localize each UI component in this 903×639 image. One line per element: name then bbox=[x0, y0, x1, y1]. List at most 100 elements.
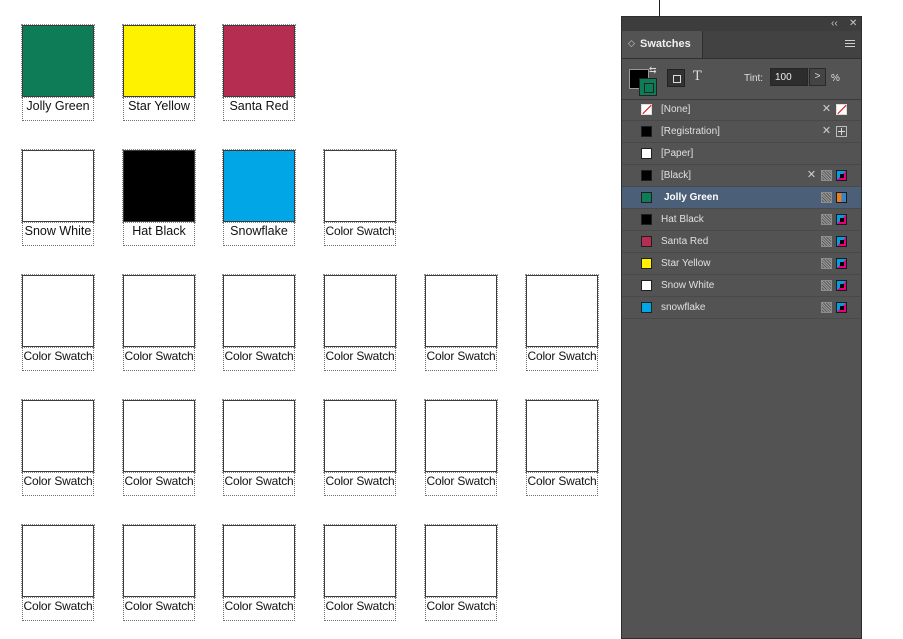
swatch-label[interactable]: Jolly Green bbox=[22, 97, 94, 121]
swatch-frame[interactable]: Color Swatch bbox=[122, 399, 196, 497]
swatch-label[interactable]: Santa Red bbox=[223, 97, 295, 121]
swatch-chip bbox=[641, 236, 652, 247]
swatch-frame[interactable]: Santa Red bbox=[222, 24, 296, 122]
swatch-square[interactable] bbox=[222, 274, 296, 348]
formatting-text-icon[interactable]: T bbox=[693, 69, 702, 84]
color-type-icon bbox=[821, 258, 832, 269]
swatch-frame[interactable]: Hat Black bbox=[122, 149, 196, 247]
swatch-chip bbox=[641, 192, 652, 203]
swatch-label[interactable]: Color Swatch bbox=[324, 472, 396, 496]
swatch-label[interactable]: Color Swatch bbox=[123, 347, 195, 371]
swatch-square[interactable] bbox=[424, 274, 498, 348]
swatch-frame[interactable]: Color Swatch bbox=[21, 274, 95, 372]
swatch-frame[interactable]: Jolly Green bbox=[21, 24, 95, 122]
swatch-square[interactable] bbox=[21, 24, 95, 98]
swatch-frame[interactable]: Snow White bbox=[21, 149, 95, 247]
swatch-row[interactable]: Star Yellow bbox=[622, 253, 861, 275]
swatch-label[interactable]: Color Swatch bbox=[123, 597, 195, 621]
swatch-frame[interactable]: Star Yellow bbox=[122, 24, 196, 122]
swatch-frame[interactable]: Color Swatch bbox=[323, 274, 397, 372]
color-type-icon bbox=[821, 170, 832, 181]
swatch-label[interactable]: Color Swatch bbox=[324, 222, 396, 246]
swatch-square[interactable] bbox=[222, 399, 296, 473]
swatch-label[interactable]: Color Swatch bbox=[425, 472, 497, 496]
swatch-row[interactable]: [None] ✕ bbox=[622, 99, 861, 121]
swatch-square[interactable] bbox=[21, 524, 95, 598]
swatch-frame[interactable]: Snowflake bbox=[222, 149, 296, 247]
swatch-row[interactable]: [Black] ✕ bbox=[622, 165, 861, 187]
swatch-square[interactable] bbox=[424, 524, 498, 598]
tab-swatches[interactable]: ◇ Swatches bbox=[622, 31, 703, 58]
swatch-square[interactable] bbox=[122, 274, 196, 348]
collapse-panel-button[interactable]: ‹‹ bbox=[831, 17, 838, 31]
swatch-label[interactable]: Hat Black bbox=[123, 222, 195, 246]
swatch-frame[interactable]: Color Swatch bbox=[525, 274, 599, 372]
swatch-frame[interactable]: Color Swatch bbox=[424, 399, 498, 497]
swatch-label[interactable]: Color Swatch bbox=[22, 597, 94, 621]
swatch-row[interactable]: Hat Black bbox=[622, 209, 861, 231]
swatch-label[interactable]: Color Swatch bbox=[425, 597, 497, 621]
swatch-row[interactable]: [Paper] bbox=[622, 143, 861, 165]
swatch-frame[interactable]: Color Swatch bbox=[21, 399, 95, 497]
registration-icon bbox=[836, 126, 847, 137]
swatch-square[interactable] bbox=[222, 24, 296, 98]
swatch-label[interactable]: Snow White bbox=[22, 222, 94, 246]
swatch-square[interactable] bbox=[21, 399, 95, 473]
swatch-label[interactable]: Star Yellow bbox=[123, 97, 195, 121]
cmyk-mode-icon bbox=[836, 214, 847, 225]
tint-slider-button[interactable]: > bbox=[809, 68, 826, 86]
swatch-square[interactable] bbox=[222, 524, 296, 598]
swatch-frame[interactable]: Color Swatch bbox=[323, 399, 397, 497]
swatch-label[interactable]: Color Swatch bbox=[22, 472, 94, 496]
swatch-row[interactable]: Santa Red bbox=[622, 231, 861, 253]
swatch-label[interactable]: Color Swatch bbox=[324, 597, 396, 621]
swatch-label[interactable]: Snowflake bbox=[223, 222, 295, 246]
swatch-label[interactable]: Color Swatch bbox=[123, 472, 195, 496]
swatch-row[interactable]: [Registration] ✕ bbox=[622, 121, 861, 143]
swatch-row[interactable]: Snow White bbox=[622, 275, 861, 297]
swatch-frame[interactable]: Color Swatch bbox=[222, 524, 296, 622]
swatch-label[interactable]: Color Swatch bbox=[22, 347, 94, 371]
swatch-square[interactable] bbox=[222, 149, 296, 223]
tab-chevron-icon: ◇ bbox=[628, 38, 635, 48]
swatch-square[interactable] bbox=[122, 149, 196, 223]
swatch-label[interactable]: Color Swatch bbox=[223, 347, 295, 371]
stroke-swatch-box[interactable] bbox=[639, 78, 657, 96]
swatch-label[interactable]: Color Swatch bbox=[324, 347, 396, 371]
swatch-row[interactable]: Jolly Green bbox=[622, 187, 861, 209]
swatch-label[interactable]: Color Swatch bbox=[526, 347, 598, 371]
swatch-frame[interactable]: Color Swatch bbox=[122, 524, 196, 622]
swatch-label[interactable]: Color Swatch bbox=[526, 472, 598, 496]
close-panel-button[interactable]: ✕ bbox=[849, 17, 857, 31]
panel-menu-icon[interactable] bbox=[845, 40, 855, 48]
swatch-square[interactable] bbox=[21, 149, 95, 223]
swatch-square[interactable] bbox=[525, 399, 599, 473]
tint-input[interactable] bbox=[770, 68, 808, 86]
swatch-square[interactable] bbox=[323, 399, 397, 473]
swatch-label[interactable]: Color Swatch bbox=[223, 597, 295, 621]
swatch-frame[interactable]: Color Swatch bbox=[424, 274, 498, 372]
swatch-square[interactable] bbox=[323, 149, 397, 223]
swatch-square[interactable] bbox=[424, 399, 498, 473]
swatch-frame[interactable]: Color Swatch bbox=[21, 524, 95, 622]
swatch-frame[interactable]: Color Swatch bbox=[222, 399, 296, 497]
swatch-label[interactable]: Color Swatch bbox=[223, 472, 295, 496]
swatch-square[interactable] bbox=[21, 274, 95, 348]
swatch-row[interactable]: snowflake bbox=[622, 297, 861, 319]
swatch-frame[interactable]: Color Swatch bbox=[222, 274, 296, 372]
swatch-frame[interactable]: Color Swatch bbox=[424, 524, 498, 622]
swatch-frame[interactable]: Color Swatch bbox=[122, 274, 196, 372]
swatch-frame[interactable]: Color Swatch bbox=[323, 524, 397, 622]
swatch-square[interactable] bbox=[122, 24, 196, 98]
swatch-frame[interactable]: Color Swatch bbox=[323, 149, 397, 247]
swatch-square[interactable] bbox=[525, 274, 599, 348]
swap-fill-stroke-icon[interactable]: ⇆ bbox=[649, 65, 657, 76]
swatch-frame[interactable]: Color Swatch bbox=[525, 399, 599, 497]
formatting-container-button[interactable] bbox=[667, 69, 685, 87]
swatch-label[interactable]: Color Swatch bbox=[425, 347, 497, 371]
swatch-square[interactable] bbox=[122, 399, 196, 473]
swatch-square[interactable] bbox=[323, 274, 397, 348]
cmyk-mode-icon bbox=[836, 280, 847, 291]
swatch-square[interactable] bbox=[323, 524, 397, 598]
swatch-square[interactable] bbox=[122, 524, 196, 598]
